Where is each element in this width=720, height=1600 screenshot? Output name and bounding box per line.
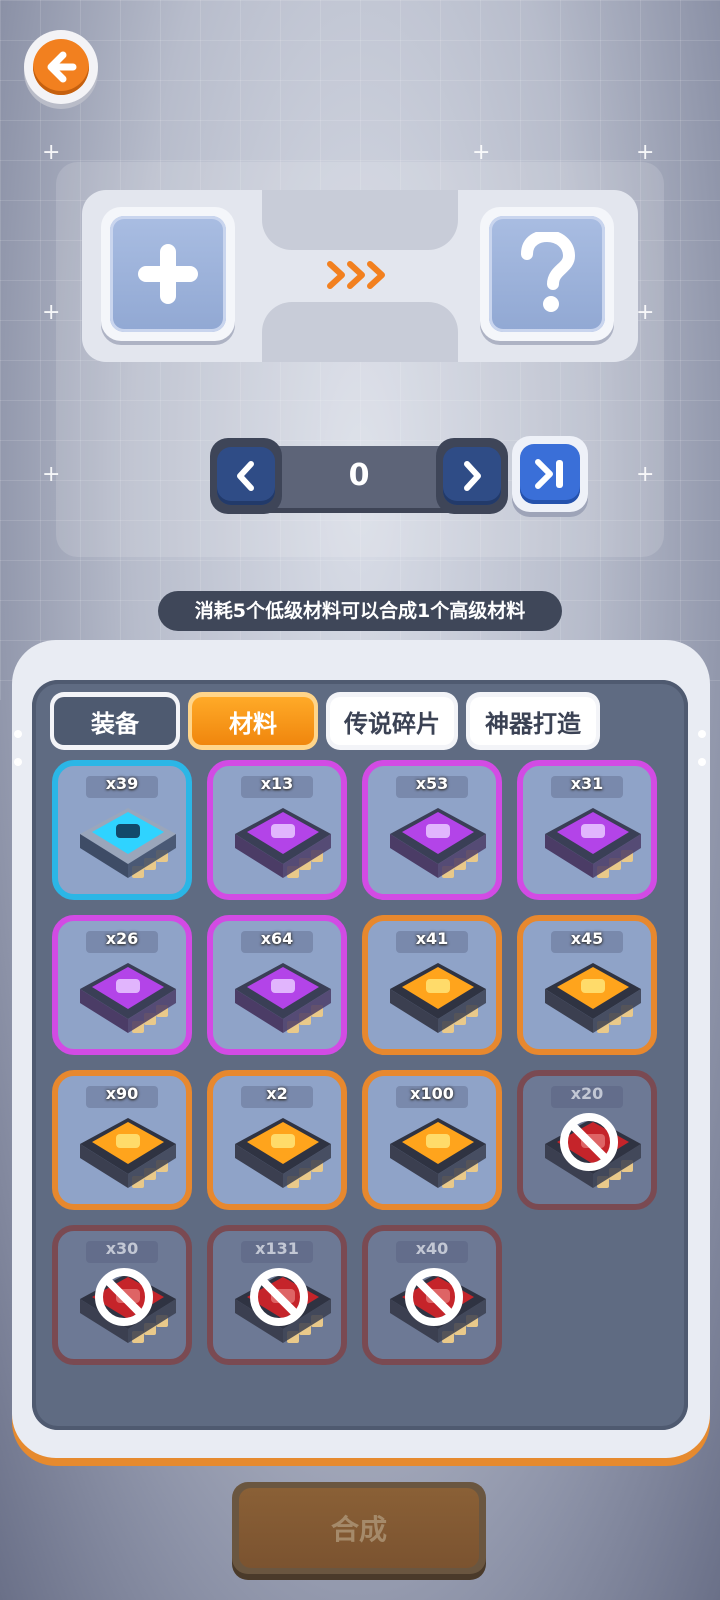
material-item[interactable]: x26	[52, 915, 192, 1055]
material-item[interactable]: x45	[517, 915, 657, 1055]
input-material-slot[interactable]	[101, 207, 235, 341]
material-chip-icon	[390, 963, 486, 1033]
bolt-icon	[14, 730, 22, 738]
material-item[interactable]: x40	[362, 1225, 502, 1365]
material-item[interactable]: x31	[517, 760, 657, 900]
material-chip-icon	[235, 963, 331, 1033]
back-button[interactable]	[24, 30, 98, 104]
material-item[interactable]: x2	[207, 1070, 347, 1210]
item-count: x30	[105, 1239, 139, 1258]
material-item[interactable]: x13	[207, 760, 347, 900]
tab-materials[interactable]: 材料	[188, 692, 318, 750]
grid-cross-icon: +	[472, 140, 491, 165]
material-item[interactable]: x131	[207, 1225, 347, 1365]
material-chip-icon	[80, 963, 176, 1033]
locked-ban-icon	[405, 1268, 463, 1326]
item-count: x26	[105, 929, 139, 948]
material-chip-icon	[235, 808, 331, 878]
material-chip-icon	[390, 808, 486, 878]
item-count: x2	[266, 1084, 288, 1103]
material-chip-icon	[80, 808, 176, 878]
item-count: x13	[260, 774, 294, 793]
grid-cross-icon: +	[42, 140, 61, 165]
skip-to-max-icon	[535, 459, 563, 489]
arrow-left-icon	[47, 51, 77, 83]
locked-ban-icon	[250, 1268, 308, 1326]
material-chip-icon	[390, 1118, 486, 1188]
item-count: x31	[570, 774, 604, 793]
increase-button[interactable]	[436, 438, 508, 514]
material-chip-icon	[545, 808, 641, 878]
item-count: x41	[415, 929, 449, 948]
locked-ban-icon	[95, 1268, 153, 1326]
max-quantity-button[interactable]	[512, 436, 588, 512]
question-mark-icon	[521, 232, 576, 312]
triple-chevron-right-icon	[326, 258, 390, 292]
material-chip-icon	[235, 1118, 331, 1188]
tab-legend-fragments[interactable]: 传说碎片	[326, 692, 458, 750]
plus-icon	[138, 244, 198, 304]
quantity-stepper: 0	[210, 438, 508, 514]
material-item[interactable]: x64	[207, 915, 347, 1055]
item-count: x40	[415, 1239, 449, 1258]
item-count: x131	[255, 1239, 299, 1258]
item-count: x100	[410, 1084, 454, 1103]
bolt-icon	[698, 730, 706, 738]
item-count: x45	[570, 929, 604, 948]
material-item[interactable]: x41	[362, 915, 502, 1055]
material-chip-icon	[80, 1118, 176, 1188]
bolt-icon	[14, 758, 22, 766]
material-item[interactable]: x90	[52, 1070, 192, 1210]
material-item[interactable]: x20	[517, 1070, 657, 1210]
compose-button[interactable]: 合成	[232, 1482, 486, 1574]
tab-equipment[interactable]: 装备	[50, 692, 180, 750]
chevron-right-icon	[464, 461, 481, 491]
item-count: x90	[105, 1084, 139, 1103]
locked-ban-icon	[560, 1113, 618, 1171]
item-count: x39	[105, 774, 139, 793]
tab-artifact-forging[interactable]: 神器打造	[466, 692, 600, 750]
material-chip-icon	[545, 963, 641, 1033]
bolt-icon	[698, 758, 706, 766]
grid-cross-icon: +	[636, 140, 655, 165]
item-count: x20	[570, 1084, 604, 1103]
material-item[interactable]: x30	[52, 1225, 192, 1365]
output-material-slot[interactable]	[480, 207, 614, 341]
item-count: x53	[415, 774, 449, 793]
craft-hint: 消耗5个低级材料可以合成1个高级材料	[158, 591, 562, 631]
material-item[interactable]: x53	[362, 760, 502, 900]
item-count: x64	[260, 929, 294, 948]
material-item[interactable]: x100	[362, 1070, 502, 1210]
material-item[interactable]: x39	[52, 760, 192, 900]
